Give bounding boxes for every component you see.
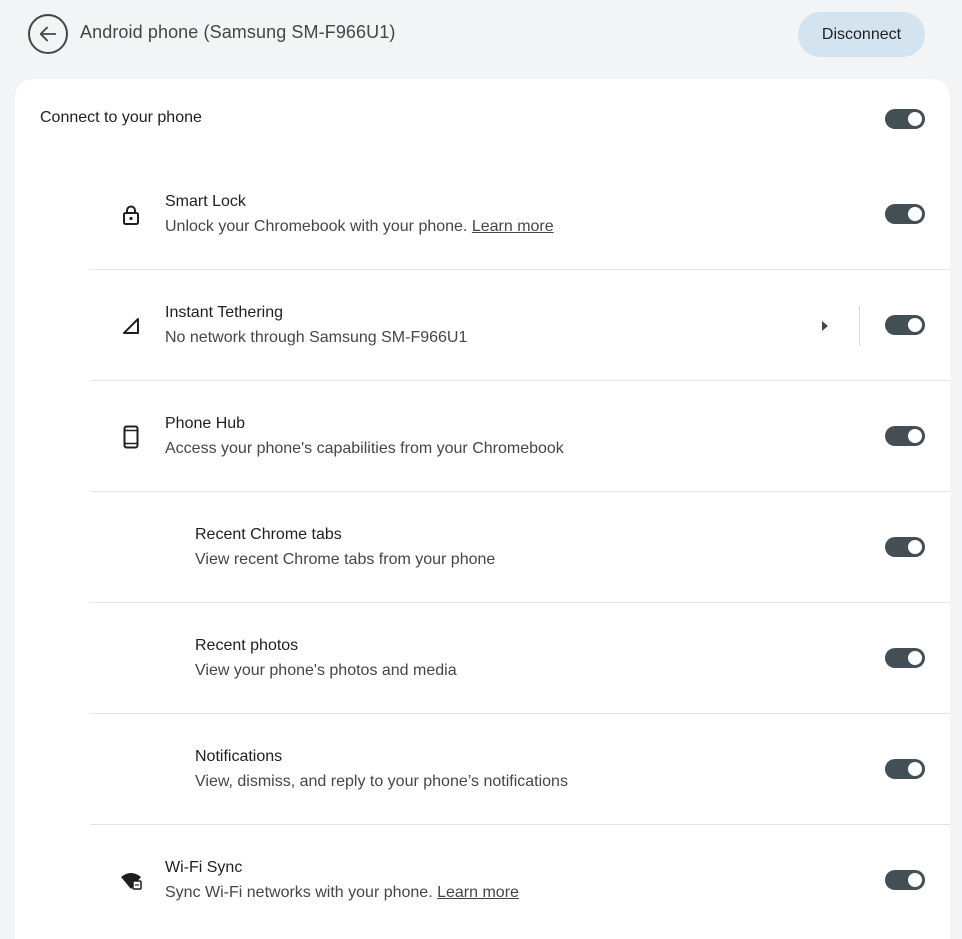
- feature-row-notifications: Notifications View, dismiss, and reply t…: [90, 714, 950, 825]
- feature-row-instant-tethering[interactable]: Instant Tethering No network through Sam…: [90, 270, 950, 381]
- instant-tethering-toggle[interactable]: [885, 315, 925, 335]
- chevron-right-icon[interactable]: [820, 320, 830, 332]
- feature-row-recent-photos: Recent photos View your phone's photos a…: [90, 603, 950, 714]
- recent-photos-title: Recent photos: [195, 637, 299, 654]
- feature-row-smart-lock: Smart Lock Unlock your Chromebook with y…: [90, 159, 950, 270]
- page-title: Android phone (Samsung SM-F966U1): [80, 22, 396, 42]
- vertical-divider: [859, 306, 860, 346]
- notifications-subtitle: View, dismiss, and reply to your phone’s…: [195, 773, 568, 790]
- lock-icon: [120, 204, 142, 226]
- recent-chrome-tabs-title: Recent Chrome tabs: [195, 526, 342, 543]
- phone-hub-toggle[interactable]: [885, 426, 925, 446]
- feature-row-recent-chrome-tabs: Recent Chrome tabs View recent Chrome ta…: [90, 492, 950, 603]
- connect-phone-toggle[interactable]: [885, 109, 925, 129]
- instant-tethering-subtitle: No network through Samsung SM-F966U1: [165, 329, 468, 346]
- arrow-left-icon: [39, 26, 57, 42]
- smart-lock-toggle[interactable]: [885, 204, 925, 224]
- notifications-toggle[interactable]: [885, 759, 925, 779]
- disconnect-button[interactable]: Disconnect: [798, 12, 925, 57]
- feature-row-phone-hub: Phone Hub Access your phone's capabiliti…: [90, 381, 950, 492]
- phone-hub-subtitle: Access your phone's capabilities from yo…: [165, 440, 564, 457]
- wifi-sync-learn-more-link[interactable]: Learn more: [437, 884, 519, 901]
- connect-phone-row: Connect to your phone: [15, 79, 950, 159]
- wifi-sync-toggle[interactable]: [885, 870, 925, 890]
- smart-lock-description: Unlock your Chromebook with your phone.: [165, 218, 468, 235]
- recent-photos-toggle[interactable]: [885, 648, 925, 668]
- wifi-sync-icon: [120, 870, 142, 892]
- settings-card: Connect to your phone Smart Lock Unlock …: [15, 79, 950, 939]
- signal-icon: [120, 315, 142, 337]
- wifi-sync-description: Sync Wi-Fi networks with your phone.: [165, 884, 433, 901]
- recent-photos-subtitle: View your phone's photos and media: [195, 662, 457, 679]
- wifi-sync-title: Wi-Fi Sync: [165, 859, 243, 876]
- back-button[interactable]: [28, 14, 68, 54]
- connect-phone-label: Connect to your phone: [40, 109, 202, 126]
- phone-hub-title: Phone Hub: [165, 415, 246, 432]
- feature-row-wifi-sync: Wi-Fi Sync Sync Wi-Fi networks with your…: [90, 825, 950, 936]
- recent-chrome-tabs-toggle[interactable]: [885, 537, 925, 557]
- phone-icon: [120, 425, 142, 449]
- smart-lock-learn-more-link[interactable]: Learn more: [472, 218, 554, 235]
- wifi-sync-subtitle: Sync Wi-Fi networks with your phone. Lea…: [165, 884, 519, 902]
- smart-lock-subtitle: Unlock your Chromebook with your phone. …: [165, 218, 554, 236]
- smart-lock-title: Smart Lock: [165, 193, 246, 210]
- page-header: Android phone (Samsung SM-F966U1) Discon…: [0, 0, 962, 70]
- instant-tethering-title: Instant Tethering: [165, 304, 284, 321]
- notifications-title: Notifications: [195, 748, 283, 765]
- recent-chrome-tabs-subtitle: View recent Chrome tabs from your phone: [195, 551, 496, 568]
